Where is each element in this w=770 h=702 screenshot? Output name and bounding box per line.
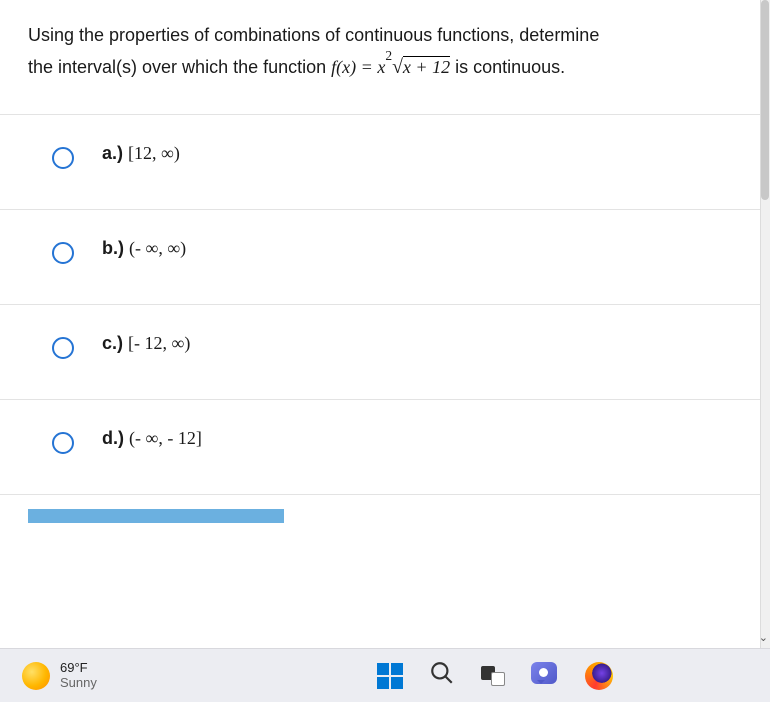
radio-b[interactable]	[52, 242, 74, 264]
taskbar: 69°F Sunny	[0, 648, 770, 702]
option-b-label: b.) (- ∞, ∞)	[102, 238, 186, 259]
task-view-icon[interactable]	[481, 666, 505, 686]
option-b[interactable]: b.) (- ∞, ∞)	[0, 209, 760, 304]
question-prompt: Using the properties of combinations of …	[0, 0, 760, 114]
option-c[interactable]: c.) [- 12, ∞)	[0, 304, 760, 399]
radio-d[interactable]	[52, 432, 74, 454]
progress-area	[0, 494, 760, 523]
scrollbar-thumb[interactable]	[761, 0, 769, 200]
question-line1: Using the properties of combinations of …	[28, 25, 599, 45]
radio-a[interactable]	[52, 147, 74, 169]
question-line2-post: is continuous.	[450, 57, 565, 77]
question-line2-pre: the interval(s) over which the function	[28, 57, 331, 77]
taskbar-center	[377, 660, 613, 691]
progress-bar	[28, 509, 284, 523]
option-d-label: d.) (- ∞, - 12]	[102, 428, 202, 449]
start-button[interactable]	[377, 663, 403, 689]
scrollbar-track[interactable]	[760, 0, 770, 648]
weather-temp: 69°F	[60, 661, 97, 676]
radio-c[interactable]	[52, 337, 74, 359]
search-icon[interactable]	[429, 660, 455, 691]
option-d[interactable]: d.) (- ∞, - 12]	[0, 399, 760, 494]
sun-icon	[22, 662, 50, 690]
option-c-label: c.) [- 12, ∞)	[102, 333, 190, 354]
option-a[interactable]: a.) [12, ∞)	[0, 114, 760, 209]
question-formula: f(x) = x2√x + 12	[331, 57, 450, 77]
option-a-label: a.) [12, ∞)	[102, 143, 180, 164]
content-area: Using the properties of combinations of …	[0, 0, 760, 648]
weather-condition: Sunny	[60, 676, 97, 691]
firefox-icon[interactable]	[585, 662, 613, 690]
weather-widget[interactable]: 69°F Sunny	[0, 661, 97, 691]
chat-icon[interactable]	[531, 662, 559, 690]
scrollbar-down-icon[interactable]: ⌄	[759, 631, 768, 644]
